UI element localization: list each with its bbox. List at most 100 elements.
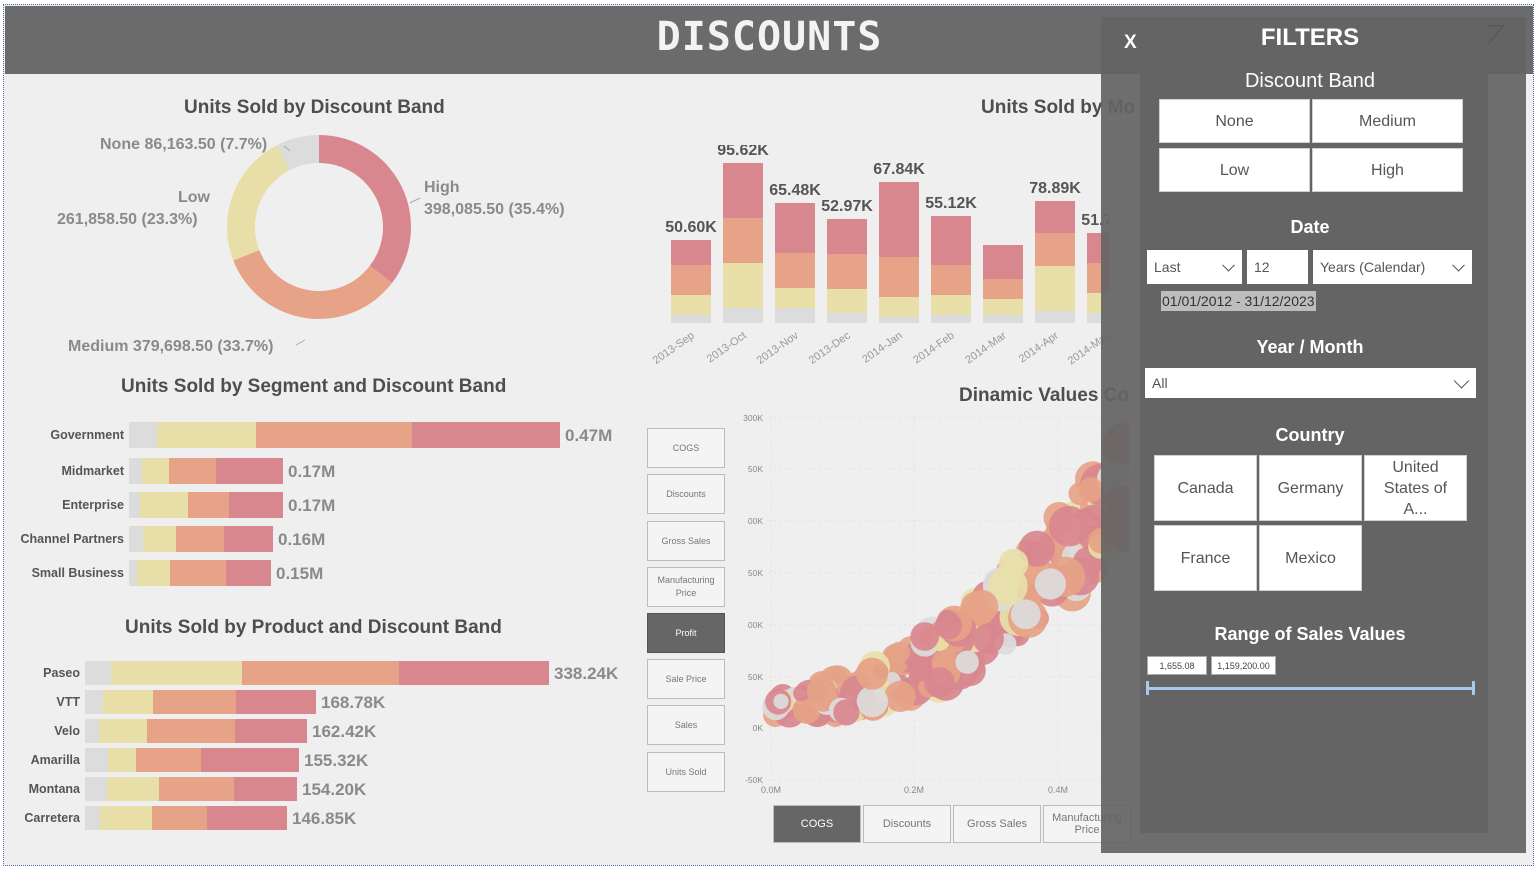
bar-segment-none[interactable] bbox=[85, 806, 100, 830]
bar-segment-none[interactable] bbox=[85, 777, 107, 801]
measure-button[interactable]: Units Sold bbox=[647, 752, 725, 792]
column-segment-low[interactable] bbox=[671, 295, 711, 315]
column-segment-low[interactable] bbox=[983, 299, 1023, 315]
bar-segment-medium[interactable] bbox=[153, 690, 236, 714]
column-segment-none[interactable] bbox=[723, 308, 763, 323]
bar-segment-low[interactable] bbox=[111, 661, 242, 685]
donut-slice-high[interactable] bbox=[319, 135, 412, 283]
column-segment-none[interactable] bbox=[1035, 311, 1075, 323]
scatter-point[interactable] bbox=[833, 699, 860, 726]
column-segment-medium[interactable] bbox=[723, 218, 763, 263]
measure-button[interactable]: Gross Sales bbox=[647, 521, 725, 561]
segment-bar-chart[interactable]: Government 0.47M Midmarket 0.17M Enterprise 0… bbox=[4, 410, 634, 590]
bar-segment-high[interactable] bbox=[229, 492, 283, 518]
date-mode-dropdown[interactable]: Last bbox=[1147, 250, 1242, 284]
sales-range-slider-track[interactable] bbox=[1148, 687, 1474, 690]
scatter-point[interactable] bbox=[910, 622, 939, 651]
bar-segment-high[interactable] bbox=[216, 458, 283, 484]
bar-segment-high[interactable] bbox=[224, 526, 273, 552]
scatter-point[interactable] bbox=[1078, 477, 1104, 503]
bottom-measure-button[interactable]: Discounts bbox=[863, 805, 951, 843]
bar-segment-medium[interactable] bbox=[188, 492, 229, 518]
bar-segment-high[interactable] bbox=[399, 661, 549, 685]
bar-segment-medium[interactable] bbox=[152, 806, 207, 830]
bar-segment-none[interactable] bbox=[85, 661, 111, 685]
bar-segment-none[interactable] bbox=[129, 458, 142, 484]
country-option[interactable]: Mexico bbox=[1259, 525, 1362, 591]
scatter-chart[interactable]: 300K50K00K50K00K50K0K-50K0.0M0.2M0.4M0.6… bbox=[729, 405, 1129, 800]
bar-segment-none[interactable] bbox=[85, 719, 99, 743]
bar-segment-none[interactable] bbox=[129, 560, 137, 586]
column-segment-none[interactable] bbox=[671, 315, 711, 323]
month-column-chart[interactable]: 50.60K 2013-Sep 95.62K 2013-Oct 65.48K 2013-N… bbox=[629, 145, 1109, 370]
bar-segment-high[interactable] bbox=[201, 748, 299, 772]
measure-button[interactable]: Sales bbox=[647, 705, 725, 745]
column-segment-high[interactable] bbox=[1035, 201, 1075, 233]
scatter-point[interactable] bbox=[1048, 505, 1090, 547]
column-segment-medium[interactable] bbox=[983, 279, 1023, 299]
date-count-input[interactable]: 12 bbox=[1247, 250, 1308, 284]
donut-slice-medium[interactable] bbox=[233, 250, 393, 319]
scatter-point[interactable] bbox=[934, 612, 962, 640]
discount-band-option[interactable]: None bbox=[1159, 99, 1310, 143]
measure-button[interactable]: Sale Price bbox=[647, 659, 725, 699]
scatter-point[interactable] bbox=[955, 650, 979, 674]
bar-segment-low[interactable] bbox=[107, 777, 159, 801]
country-option[interactable]: Germany bbox=[1259, 455, 1362, 521]
scatter-point[interactable] bbox=[888, 641, 910, 664]
column-segment-medium[interactable] bbox=[931, 265, 971, 295]
scatter-point[interactable] bbox=[1034, 568, 1066, 600]
column-segment-medium[interactable] bbox=[879, 257, 919, 297]
product-bar-chart[interactable]: Paseo 338.24K VTT 168.78K Velo 162.42K Amarill… bbox=[4, 653, 634, 838]
column-segment-none[interactable] bbox=[775, 308, 815, 323]
column-segment-low[interactable] bbox=[775, 288, 815, 308]
bar-segment-low[interactable] bbox=[108, 748, 136, 772]
column-segment-high[interactable] bbox=[879, 182, 919, 257]
bar-segment-medium[interactable] bbox=[147, 719, 235, 743]
sales-range-min-input[interactable]: 1,655.08 bbox=[1147, 656, 1207, 675]
bar-segment-high[interactable] bbox=[226, 560, 271, 586]
scatter-point[interactable] bbox=[884, 680, 916, 712]
bar-segment-low[interactable] bbox=[137, 560, 170, 586]
discount-band-option[interactable]: High bbox=[1312, 148, 1463, 192]
scatter-point[interactable] bbox=[907, 657, 932, 682]
column-segment-low[interactable] bbox=[1035, 266, 1075, 311]
column-segment-high[interactable] bbox=[671, 240, 711, 265]
bar-segment-none[interactable] bbox=[129, 526, 143, 552]
column-segment-high[interactable] bbox=[931, 216, 971, 265]
measure-button[interactable]: COGS bbox=[647, 428, 725, 468]
bottom-measure-button[interactable]: Gross Sales bbox=[953, 805, 1041, 843]
column-segment-low[interactable] bbox=[879, 297, 919, 317]
measure-button[interactable]: Discounts bbox=[647, 474, 725, 514]
column-segment-none[interactable] bbox=[931, 315, 971, 323]
scatter-point[interactable] bbox=[856, 685, 888, 718]
column-segment-low[interactable] bbox=[931, 295, 971, 315]
bar-segment-high[interactable] bbox=[235, 719, 307, 743]
bar-segment-low[interactable] bbox=[99, 719, 147, 743]
scatter-point[interactable] bbox=[806, 676, 837, 706]
bar-segment-low[interactable] bbox=[140, 492, 188, 518]
scatter-point[interactable] bbox=[773, 693, 789, 709]
scatter-point[interactable] bbox=[1010, 599, 1041, 630]
column-segment-high[interactable] bbox=[723, 163, 763, 218]
close-filters-button[interactable]: X bbox=[1124, 32, 1137, 54]
bar-segment-medium[interactable] bbox=[256, 422, 412, 448]
bar-segment-high[interactable] bbox=[234, 777, 297, 801]
column-segment-none[interactable] bbox=[827, 313, 867, 323]
donut-chart[interactable]: None 86,163.50 (7.7%) Low 261,858.50 (23.3… bbox=[14, 120, 634, 370]
discount-band-option[interactable]: Medium bbox=[1312, 99, 1463, 143]
column-segment-low[interactable] bbox=[723, 263, 763, 308]
bar-segment-none[interactable] bbox=[129, 492, 140, 518]
scatter-point[interactable] bbox=[998, 548, 1029, 579]
bar-segment-high[interactable] bbox=[207, 806, 287, 830]
bar-segment-low[interactable] bbox=[100, 806, 152, 830]
country-option[interactable]: Canada bbox=[1154, 455, 1257, 521]
bar-segment-medium[interactable] bbox=[169, 458, 216, 484]
column-segment-medium[interactable] bbox=[775, 253, 815, 288]
scatter-point[interactable] bbox=[856, 657, 889, 690]
country-option[interactable]: United States of A... bbox=[1364, 455, 1467, 521]
bar-segment-medium[interactable] bbox=[170, 560, 226, 586]
scatter-point[interactable] bbox=[965, 589, 999, 623]
column-segment-high[interactable] bbox=[983, 245, 1023, 279]
bar-segment-high[interactable] bbox=[412, 422, 560, 448]
